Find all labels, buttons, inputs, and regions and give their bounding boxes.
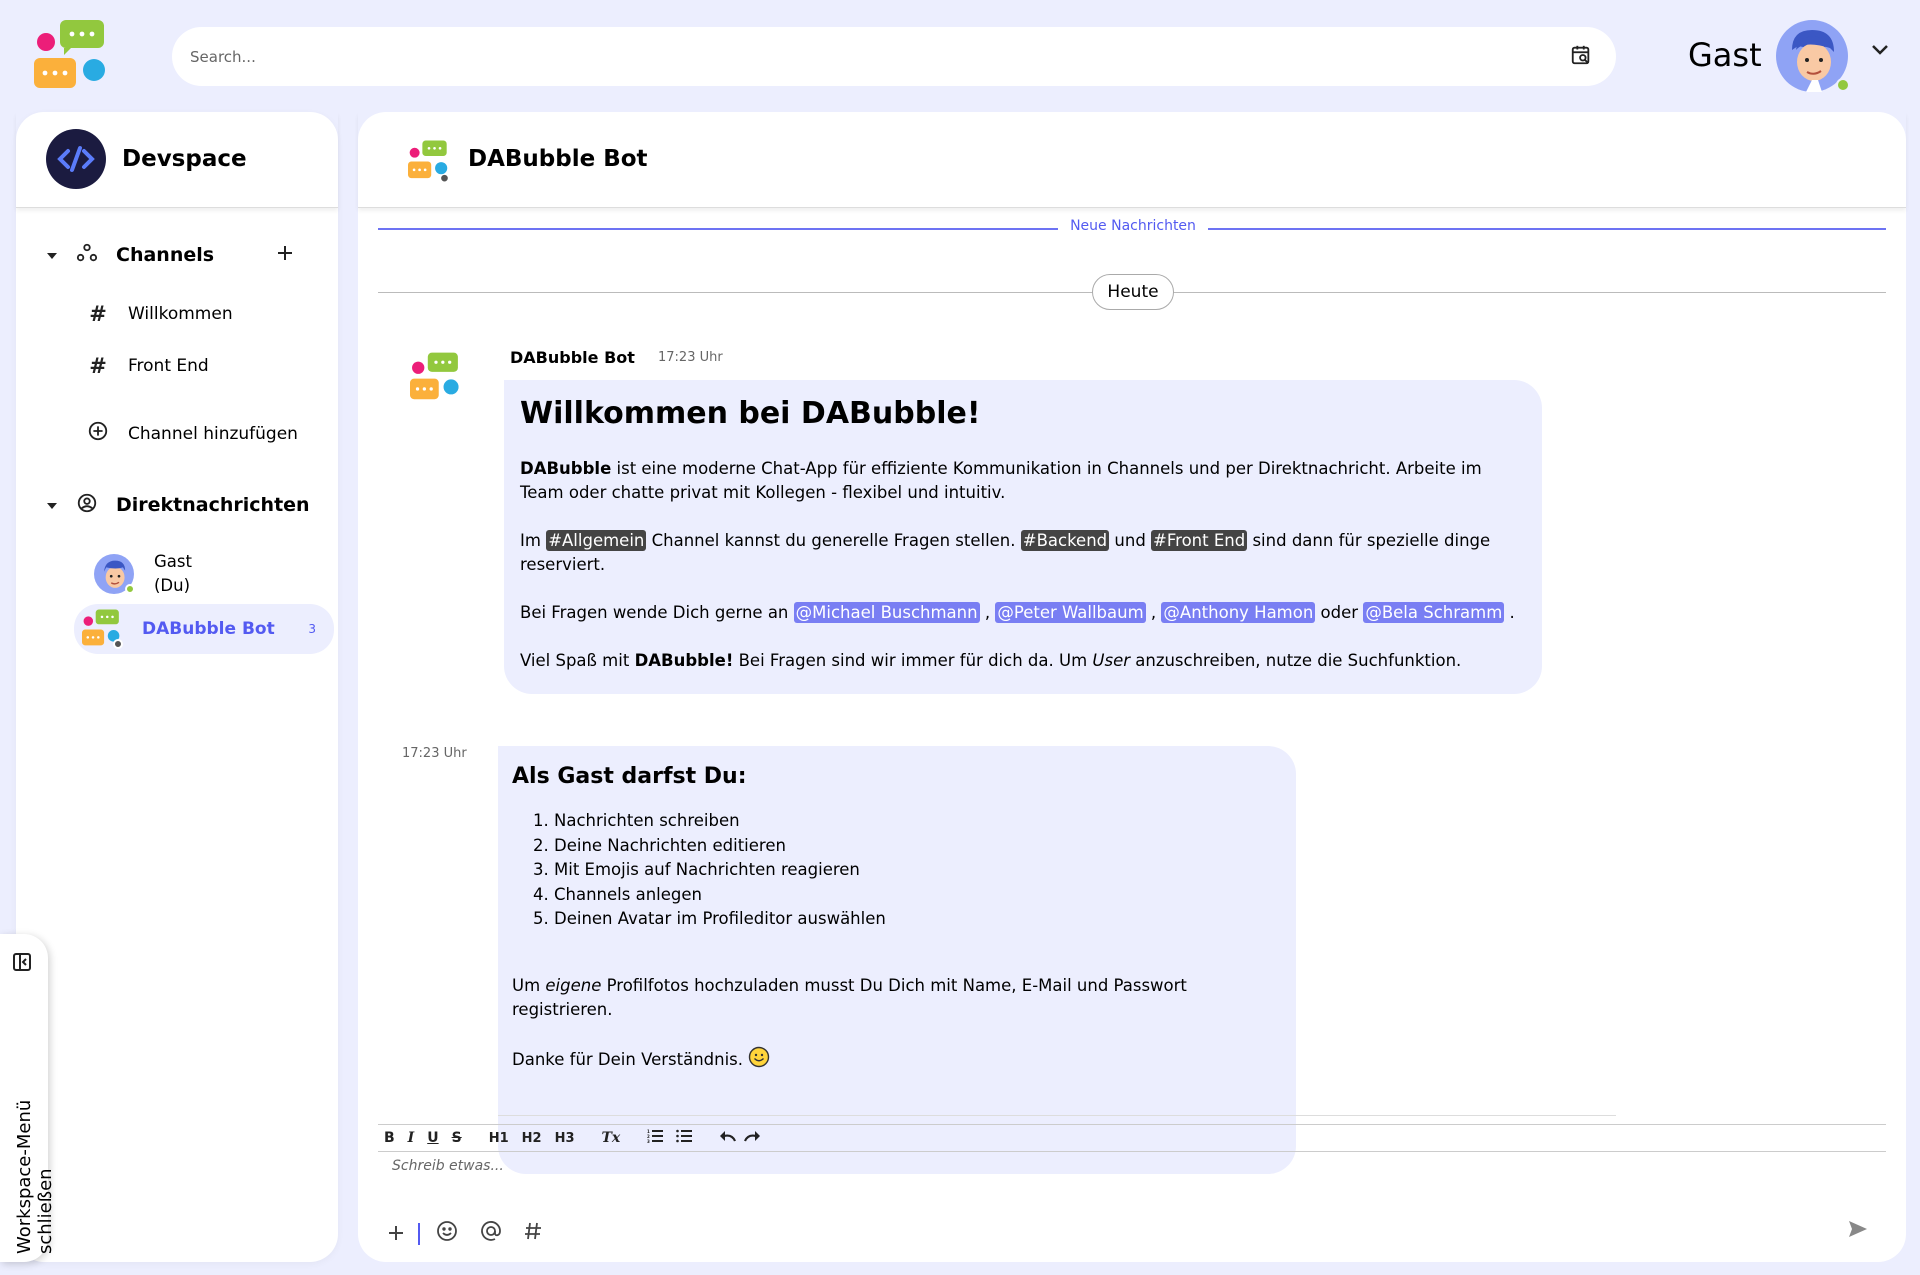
bot-avatar bbox=[82, 609, 123, 649]
workspace-menu-toggle[interactable]: Workspace-Menü schließen bbox=[0, 934, 56, 1262]
clear-format-button[interactable]: Tx bbox=[602, 1130, 621, 1146]
sidebar-collapse-icon bbox=[12, 952, 32, 976]
app-logo[interactable] bbox=[34, 20, 110, 94]
dm-name: Gast bbox=[154, 552, 192, 571]
send-icon[interactable] bbox=[1848, 1220, 1868, 1242]
workspaces-icon bbox=[76, 242, 110, 268]
new-messages-label: Neue Nachrichten bbox=[1058, 218, 1208, 234]
svg-text:3: 3 bbox=[647, 1139, 650, 1143]
account-circle-icon bbox=[76, 492, 110, 518]
add-channel-label: Channel hinzufügen bbox=[128, 423, 298, 444]
channel-tag[interactable]: #Backend bbox=[1020, 530, 1110, 551]
channel-tag[interactable]: #Allgemein bbox=[546, 530, 647, 551]
user-mention[interactable]: @Bela Schramm bbox=[1363, 602, 1505, 623]
add-channel-button[interactable]: Channel hinzufügen bbox=[74, 420, 298, 447]
list-item: Nachrichten schreiben bbox=[554, 809, 1282, 834]
online-indicator bbox=[125, 584, 135, 594]
user-mention[interactable]: @Michael Buschmann bbox=[793, 602, 980, 623]
message-heading: Willkommen bei DABubble! bbox=[520, 396, 981, 431]
heading-3-button[interactable]: H3 bbox=[555, 1131, 575, 1146]
strikethrough-button[interactable]: S bbox=[452, 1130, 462, 1146]
online-indicator bbox=[1836, 78, 1850, 92]
day-label: Heute bbox=[1092, 274, 1174, 310]
scroll-separator bbox=[498, 1115, 1616, 1116]
dm-item-dabubble-bot[interactable]: DABubble Bot 3 bbox=[74, 604, 334, 654]
message-paragraph: Danke für Dein Verständnis. bbox=[512, 1046, 1282, 1075]
channel-label: Front End bbox=[128, 356, 209, 376]
channel-item-willkommen[interactable]: # Willkommen bbox=[74, 302, 233, 326]
bullet-list-icon[interactable] bbox=[676, 1129, 693, 1147]
undo-icon[interactable] bbox=[719, 1129, 737, 1147]
unread-badge: 3 bbox=[308, 622, 316, 636]
message-paragraph: Viel Spaß mit DABubble! Bei Fragen sind … bbox=[520, 651, 1462, 670]
message-input[interactable]: Schreib etwas... bbox=[392, 1158, 504, 1174]
chat-header[interactable]: DABubble Bot bbox=[358, 112, 1906, 208]
dm-section-header[interactable]: Direktnachrichten bbox=[46, 492, 310, 518]
caret-down-icon[interactable] bbox=[46, 496, 72, 515]
message-time: 17:23 Uhr bbox=[402, 746, 467, 761]
chat-title: DABubble Bot bbox=[468, 146, 648, 172]
message-sender[interactable]: DABubble Bot bbox=[510, 348, 635, 367]
underline-button[interactable]: U bbox=[427, 1130, 438, 1146]
dm-name: DABubble Bot bbox=[142, 619, 275, 639]
user-mention[interactable]: @Peter Wallbaum bbox=[995, 602, 1146, 623]
message-paragraph: Bei Fragen wende Dich gerne an @Michael … bbox=[520, 602, 1515, 623]
bot-avatar bbox=[408, 140, 450, 186]
user-name[interactable]: Gast bbox=[1688, 36, 1762, 74]
workspace-name: Devspace bbox=[122, 146, 247, 172]
message-bubble[interactable]: Willkommen bei DABubble! DABubble ist ei… bbox=[504, 380, 1542, 694]
redo-icon[interactable] bbox=[743, 1129, 761, 1147]
dm-label: Direktnachrichten bbox=[116, 494, 310, 516]
list-item: Deinen Avatar im Profileditor auswählen bbox=[554, 907, 1282, 932]
smiley-emoji-icon bbox=[748, 1046, 770, 1075]
ordered-list-icon[interactable]: 123 bbox=[647, 1129, 664, 1147]
status-indicator bbox=[113, 639, 123, 649]
list-item: Deine Nachrichten editieren bbox=[554, 834, 1282, 859]
hashtag-icon: # bbox=[89, 302, 107, 326]
workspace-header[interactable]: Devspace bbox=[16, 112, 338, 208]
hashtag-icon: # bbox=[89, 354, 107, 378]
user-mention[interactable]: @Anthony Hamon bbox=[1161, 602, 1316, 623]
bold-button[interactable]: B bbox=[384, 1130, 395, 1146]
channel-item-front-end[interactable]: # Front End bbox=[74, 354, 209, 378]
chevron-down-icon[interactable] bbox=[1870, 42, 1890, 61]
emoji-icon[interactable] bbox=[436, 1220, 458, 1248]
workspace-icon bbox=[46, 129, 106, 189]
list-item: Channels anlegen bbox=[554, 883, 1282, 908]
chat-panel: DABubble Bot Neue Nachrichten Heute DABu… bbox=[358, 112, 1906, 1262]
dm-self-label: (Du) bbox=[154, 576, 191, 595]
permission-list: Nachrichten schreiben Deine Nachrichten … bbox=[554, 809, 1282, 932]
message-paragraph: DABubble ist eine moderne Chat-App für e… bbox=[520, 459, 1482, 502]
bot-avatar bbox=[410, 352, 462, 408]
channel-tag[interactable]: #Front End bbox=[1151, 530, 1248, 551]
divider bbox=[418, 1223, 420, 1245]
hashtag-icon[interactable] bbox=[524, 1221, 542, 1247]
message-bubble[interactable]: Als Gast darfst Du: Nachrichten schreibe… bbox=[498, 746, 1296, 1174]
formatting-toolbar: B I U S H1 H2 H3 Tx 123 bbox=[378, 1124, 1886, 1152]
search-input[interactable] bbox=[190, 47, 1570, 66]
add-circle-icon bbox=[74, 420, 122, 447]
list-item: Mit Emojis auf Nachrichten reagieren bbox=[554, 858, 1282, 883]
message-heading: Als Gast darfst Du: bbox=[512, 764, 747, 789]
workspace-menu-toggle-label: Workspace-Menü schließen bbox=[14, 1099, 56, 1254]
dm-item-gast[interactable]: Gast (Du) bbox=[74, 544, 334, 604]
heading-2-button[interactable]: H2 bbox=[522, 1131, 542, 1146]
workspace-sidebar: Devspace Channels # Willkommen # Front E… bbox=[16, 112, 338, 1262]
message-time: 17:23 Uhr bbox=[658, 350, 723, 365]
composer-actions bbox=[388, 1220, 564, 1248]
caret-down-icon[interactable] bbox=[46, 246, 72, 265]
message-paragraph: Im #Allgemein Channel kannst du generell… bbox=[520, 530, 1491, 574]
mention-icon[interactable] bbox=[480, 1220, 502, 1248]
calendar-search-icon[interactable] bbox=[1570, 44, 1592, 70]
message-paragraph: Um eigene Profilfotos hochzuladen musst … bbox=[512, 975, 1187, 1019]
add-icon[interactable] bbox=[276, 244, 294, 266]
avatar bbox=[94, 554, 135, 594]
channel-label: Willkommen bbox=[128, 304, 233, 324]
channels-label: Channels bbox=[116, 244, 215, 266]
italic-button[interactable]: I bbox=[408, 1130, 415, 1146]
search-bar[interactable] bbox=[172, 27, 1616, 86]
add-icon[interactable] bbox=[388, 1222, 404, 1247]
channels-section-header[interactable]: Channels bbox=[46, 242, 294, 268]
heading-1-button[interactable]: H1 bbox=[489, 1131, 509, 1146]
